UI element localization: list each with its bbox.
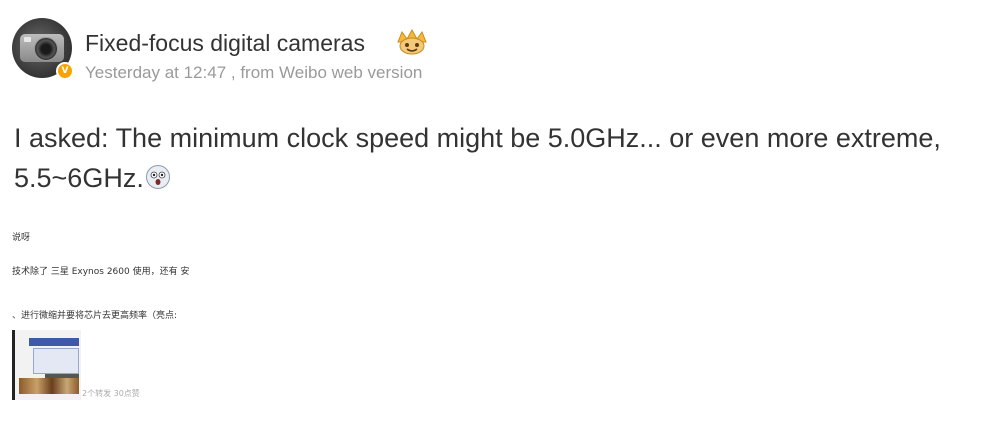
screenshot-caption: 2个转发 30点赞 xyxy=(82,389,140,398)
post-meta: Yesterday at 12:47 , from Weibo web vers… xyxy=(85,63,423,82)
screenshot-thumbnail[interactable] xyxy=(12,330,81,400)
thumbnail-content-block xyxy=(33,348,79,374)
screenshot-line-1: 说呀 xyxy=(12,233,31,243)
author-name[interactable]: Fixed-focus digital cameras xyxy=(85,30,365,57)
embedded-screenshot[interactable]: 说呀 技术除了 三星 Exynos 2600 使用，还有 安 、进行微缩并要将芯… xyxy=(12,228,212,408)
camera-flash-shape xyxy=(24,37,31,42)
screenshot-line-2: 技术除了 三星 Exynos 2600 使用，还有 安 xyxy=(12,267,190,277)
thumbnail-image-strip xyxy=(19,378,79,394)
thumbnail-header-bar xyxy=(29,338,79,346)
post-text: I asked: The minimum clock speed might b… xyxy=(14,118,989,198)
screenshot-line-3: 、进行微缩并要将芯片去更高频率（亮点: xyxy=(12,311,178,321)
camera-lens-shape xyxy=(34,37,58,61)
verified-badge-icon: V xyxy=(56,62,74,80)
weibo-post: V Fixed-focus digital cameras Yesterday … xyxy=(0,0,1000,437)
shocked-face-emoji-icon xyxy=(145,165,170,189)
crown-face-emoji-icon xyxy=(397,28,427,55)
